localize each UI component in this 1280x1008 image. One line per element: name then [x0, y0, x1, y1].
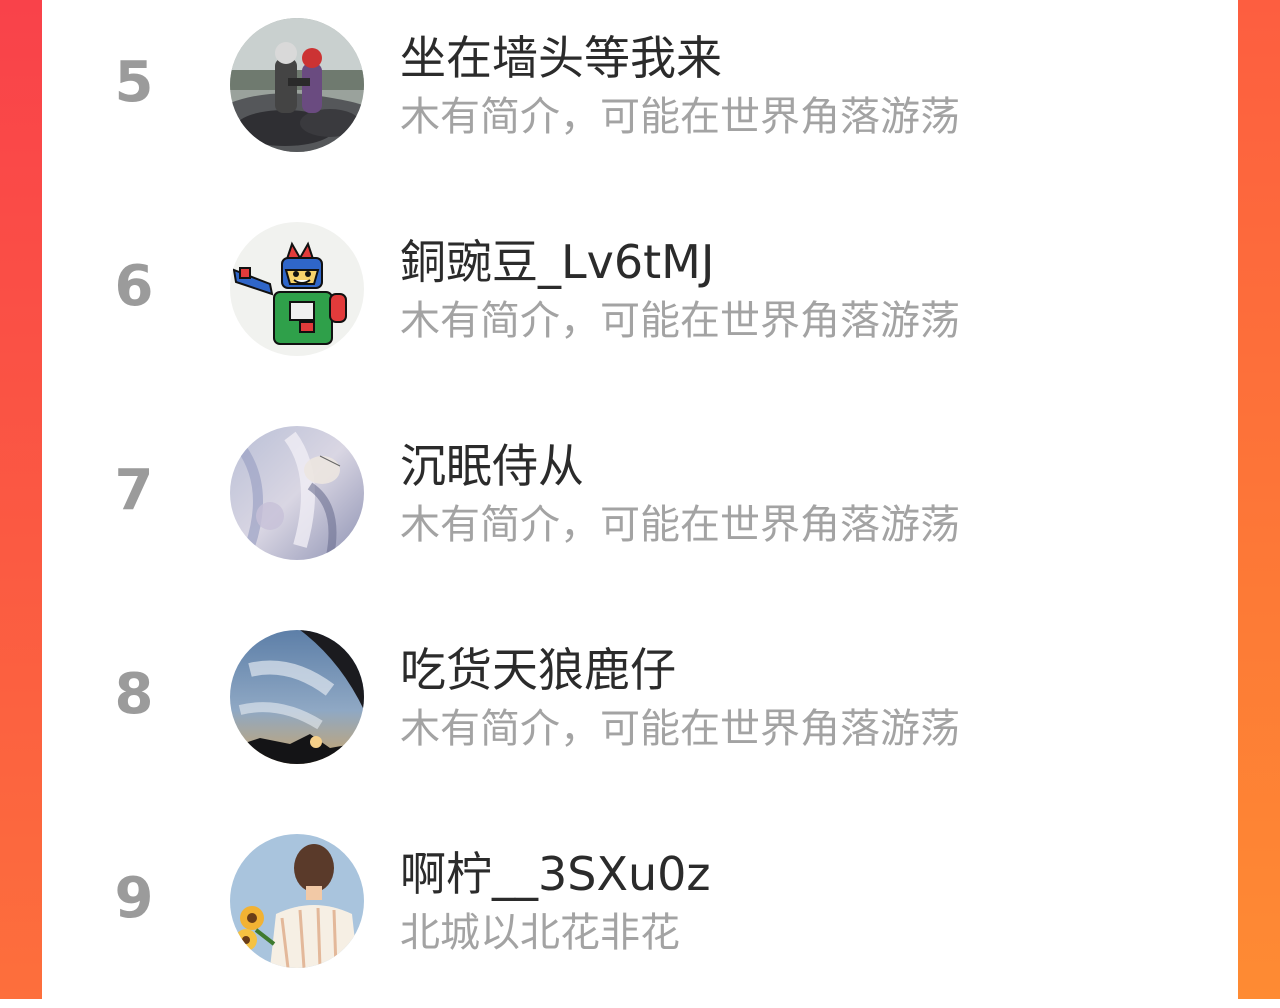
ranking-list-item[interactable]: 7 沉眠侍从 木有简介，可能在世界角落游荡	[42, 420, 1238, 600]
ranking-list-item[interactable]: 6 銅豌豆_Lv6tMJ 木有简介，可能在世界角落游荡	[42, 216, 1238, 396]
rank-number: 5	[114, 50, 154, 115]
user-name[interactable]: 吃货天狼鹿仔	[400, 640, 676, 700]
user-name[interactable]: 坐在墙头等我来	[400, 28, 722, 88]
ranking-list-item[interactable]: 8 吃货天狼鹿仔 木有简介，可能在世界角落游荡	[42, 624, 1238, 804]
rank-number: 6	[114, 254, 154, 319]
user-avatar[interactable]	[230, 18, 364, 152]
user-bio: 木有简介，可能在世界角落游荡	[400, 298, 960, 344]
rank-number: 7	[114, 458, 154, 523]
user-bio: 木有简介，可能在世界角落游荡	[400, 706, 960, 752]
user-name[interactable]: 啊柠__3SXu0z	[400, 844, 711, 904]
user-avatar[interactable]	[230, 426, 364, 560]
user-name[interactable]: 沉眠侍从	[400, 436, 584, 496]
rank-number: 8	[114, 662, 154, 727]
user-bio: 木有简介，可能在世界角落游荡	[400, 502, 960, 548]
cartoon-robot-hero-icon	[230, 222, 364, 356]
ranking-list-card: 5 坐在墙头等我来 木有简介，可能在世界角落游荡 6 銅豌豆_Lv6tMJ 木有…	[42, 0, 1238, 999]
ranking-list-item[interactable]: 9 啊柠__3SXu0z 北城以北花非花	[42, 828, 1238, 1008]
left-gradient-border	[0, 0, 42, 999]
user-avatar[interactable]	[230, 834, 364, 968]
anime-illustration-icon	[230, 426, 364, 560]
sky-sunset-photo-icon	[230, 630, 364, 764]
boy-with-sunflowers-illustration-icon	[230, 834, 364, 968]
user-bio: 木有简介，可能在世界角落游荡	[400, 94, 960, 140]
rank-number: 9	[114, 866, 154, 931]
motorcycle-couple-photo-icon	[230, 18, 364, 152]
right-gradient-border	[1238, 0, 1280, 999]
user-name[interactable]: 銅豌豆_Lv6tMJ	[400, 232, 714, 292]
user-bio: 北城以北花非花	[400, 910, 680, 956]
user-avatar[interactable]	[230, 630, 364, 764]
user-avatar[interactable]	[230, 222, 364, 356]
ranking-list-item[interactable]: 5 坐在墙头等我来 木有简介，可能在世界角落游荡	[42, 12, 1238, 192]
